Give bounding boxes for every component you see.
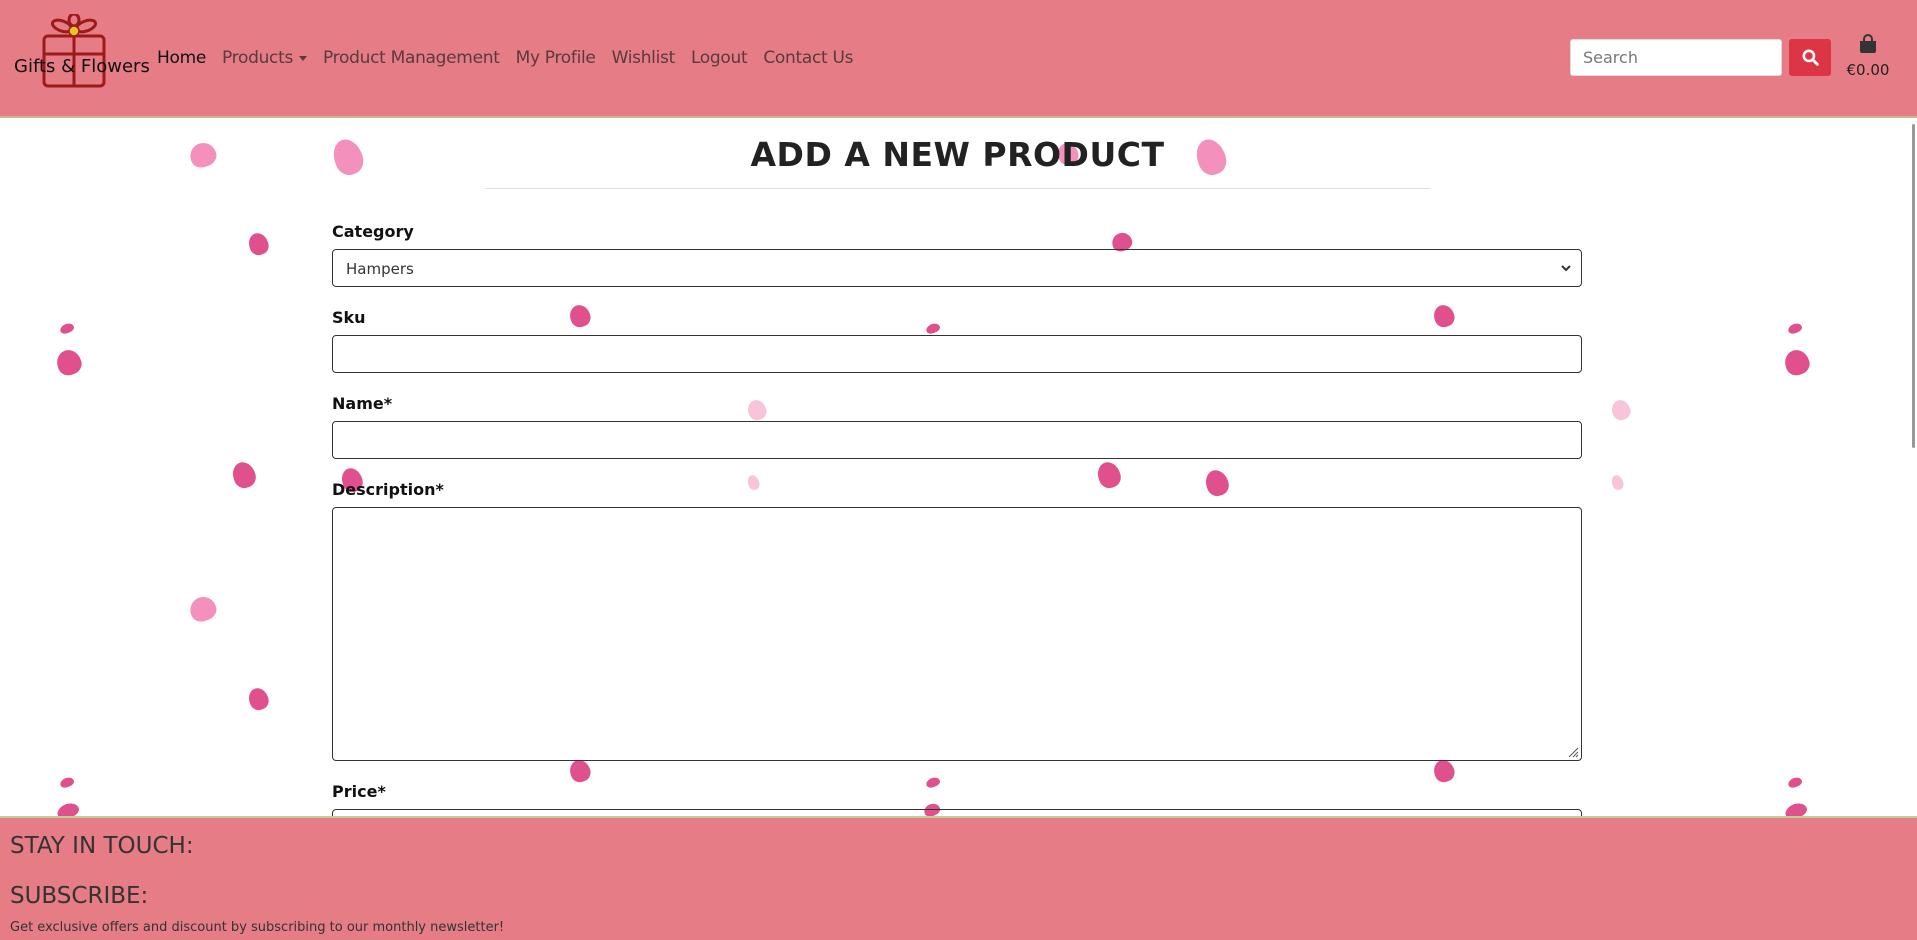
petal (328, 135, 368, 179)
category-label: Category (332, 222, 414, 241)
brand-name: Gifts & Flowers (14, 56, 150, 77)
petal (186, 593, 220, 625)
cart-total: €0.00 (1846, 61, 1890, 79)
nav-item-products[interactable]: Products (222, 48, 308, 68)
title-divider (485, 188, 1430, 189)
sku-input[interactable] (332, 335, 1582, 373)
description-textarea[interactable] (332, 507, 1582, 761)
brand-logo[interactable]: Gifts & Flowers (12, 14, 150, 90)
petal (1609, 473, 1626, 492)
petal (924, 321, 942, 336)
nav-item-product-management[interactable]: Product Management (323, 48, 500, 68)
petal (1430, 757, 1458, 785)
nav-item-contact-us[interactable]: Contact Us (763, 48, 853, 68)
nav-item-products-label: Products (222, 48, 294, 68)
petal (1781, 346, 1813, 379)
sku-label: Sku (332, 308, 366, 327)
caret-down-icon (299, 55, 308, 61)
nav-item-home[interactable]: Home (157, 48, 206, 68)
petal (566, 757, 594, 785)
petal (58, 775, 76, 790)
shopping-cart[interactable]: €0.00 (1846, 34, 1890, 79)
category-selected-value: Hampers (346, 260, 414, 278)
petal (229, 459, 259, 491)
petal (1609, 397, 1633, 423)
shopping-bag-icon (1860, 34, 1876, 53)
nav-item-logout[interactable]: Logout (691, 48, 748, 68)
petal (186, 139, 220, 171)
petal (1430, 302, 1458, 330)
page-scrollbar[interactable] (1912, 124, 1915, 448)
price-label: Price* (332, 782, 386, 801)
chevron-down-icon (1561, 265, 1571, 272)
petal (245, 230, 272, 258)
petal (745, 473, 762, 492)
petal (924, 775, 942, 790)
petal (1786, 775, 1804, 790)
nav-item-wishlist[interactable]: Wishlist (612, 48, 676, 68)
subscribe-heading: SUBSCRIBE: (10, 883, 149, 909)
page-title: ADD A NEW PRODUCT (750, 135, 1165, 174)
petal (566, 302, 594, 330)
petal (58, 321, 76, 336)
site-header: Gifts & Flowers Home Products Product Ma… (0, 0, 1917, 118)
stay-in-touch-heading: STAY IN TOUCH: (10, 833, 194, 859)
petal (1202, 467, 1232, 499)
name-input[interactable] (332, 421, 1582, 459)
resize-handle-icon[interactable] (1568, 747, 1579, 758)
search-input[interactable] (1570, 39, 1782, 76)
newsletter-text: Get exclusive offers and discount by sub… (10, 920, 505, 935)
category-select[interactable]: Hampers (332, 249, 1582, 287)
description-label: Description* (332, 480, 444, 499)
petal (1094, 459, 1124, 491)
site-footer: STAY IN TOUCH: SUBSCRIBE: Get exclusive … (0, 816, 1917, 940)
main-nav: Home Products Product Management My Prof… (157, 48, 869, 68)
nav-item-my-profile[interactable]: My Profile (516, 48, 596, 68)
petal (53, 346, 85, 379)
petal (745, 397, 769, 423)
petal (245, 685, 272, 713)
search-button[interactable] (1789, 39, 1831, 76)
name-label: Name* (332, 394, 393, 413)
petal (1786, 321, 1804, 336)
search-icon (1802, 49, 1819, 66)
